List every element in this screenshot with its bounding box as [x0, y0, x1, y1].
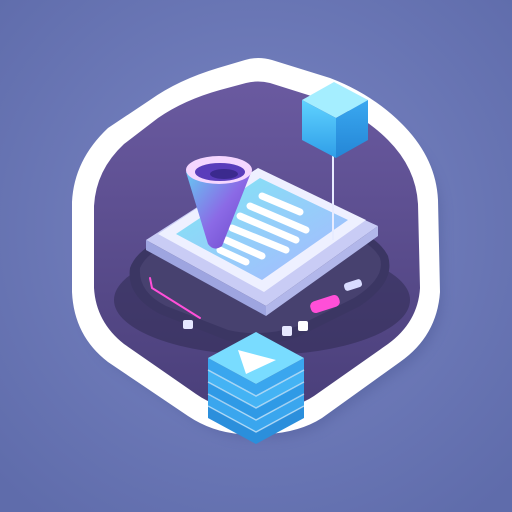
base-icon-chip-3: [298, 321, 308, 331]
base-icon-chip-1: [183, 320, 193, 329]
isometric-illustration: [0, 0, 512, 512]
base-icon-chip-2: [282, 326, 292, 336]
